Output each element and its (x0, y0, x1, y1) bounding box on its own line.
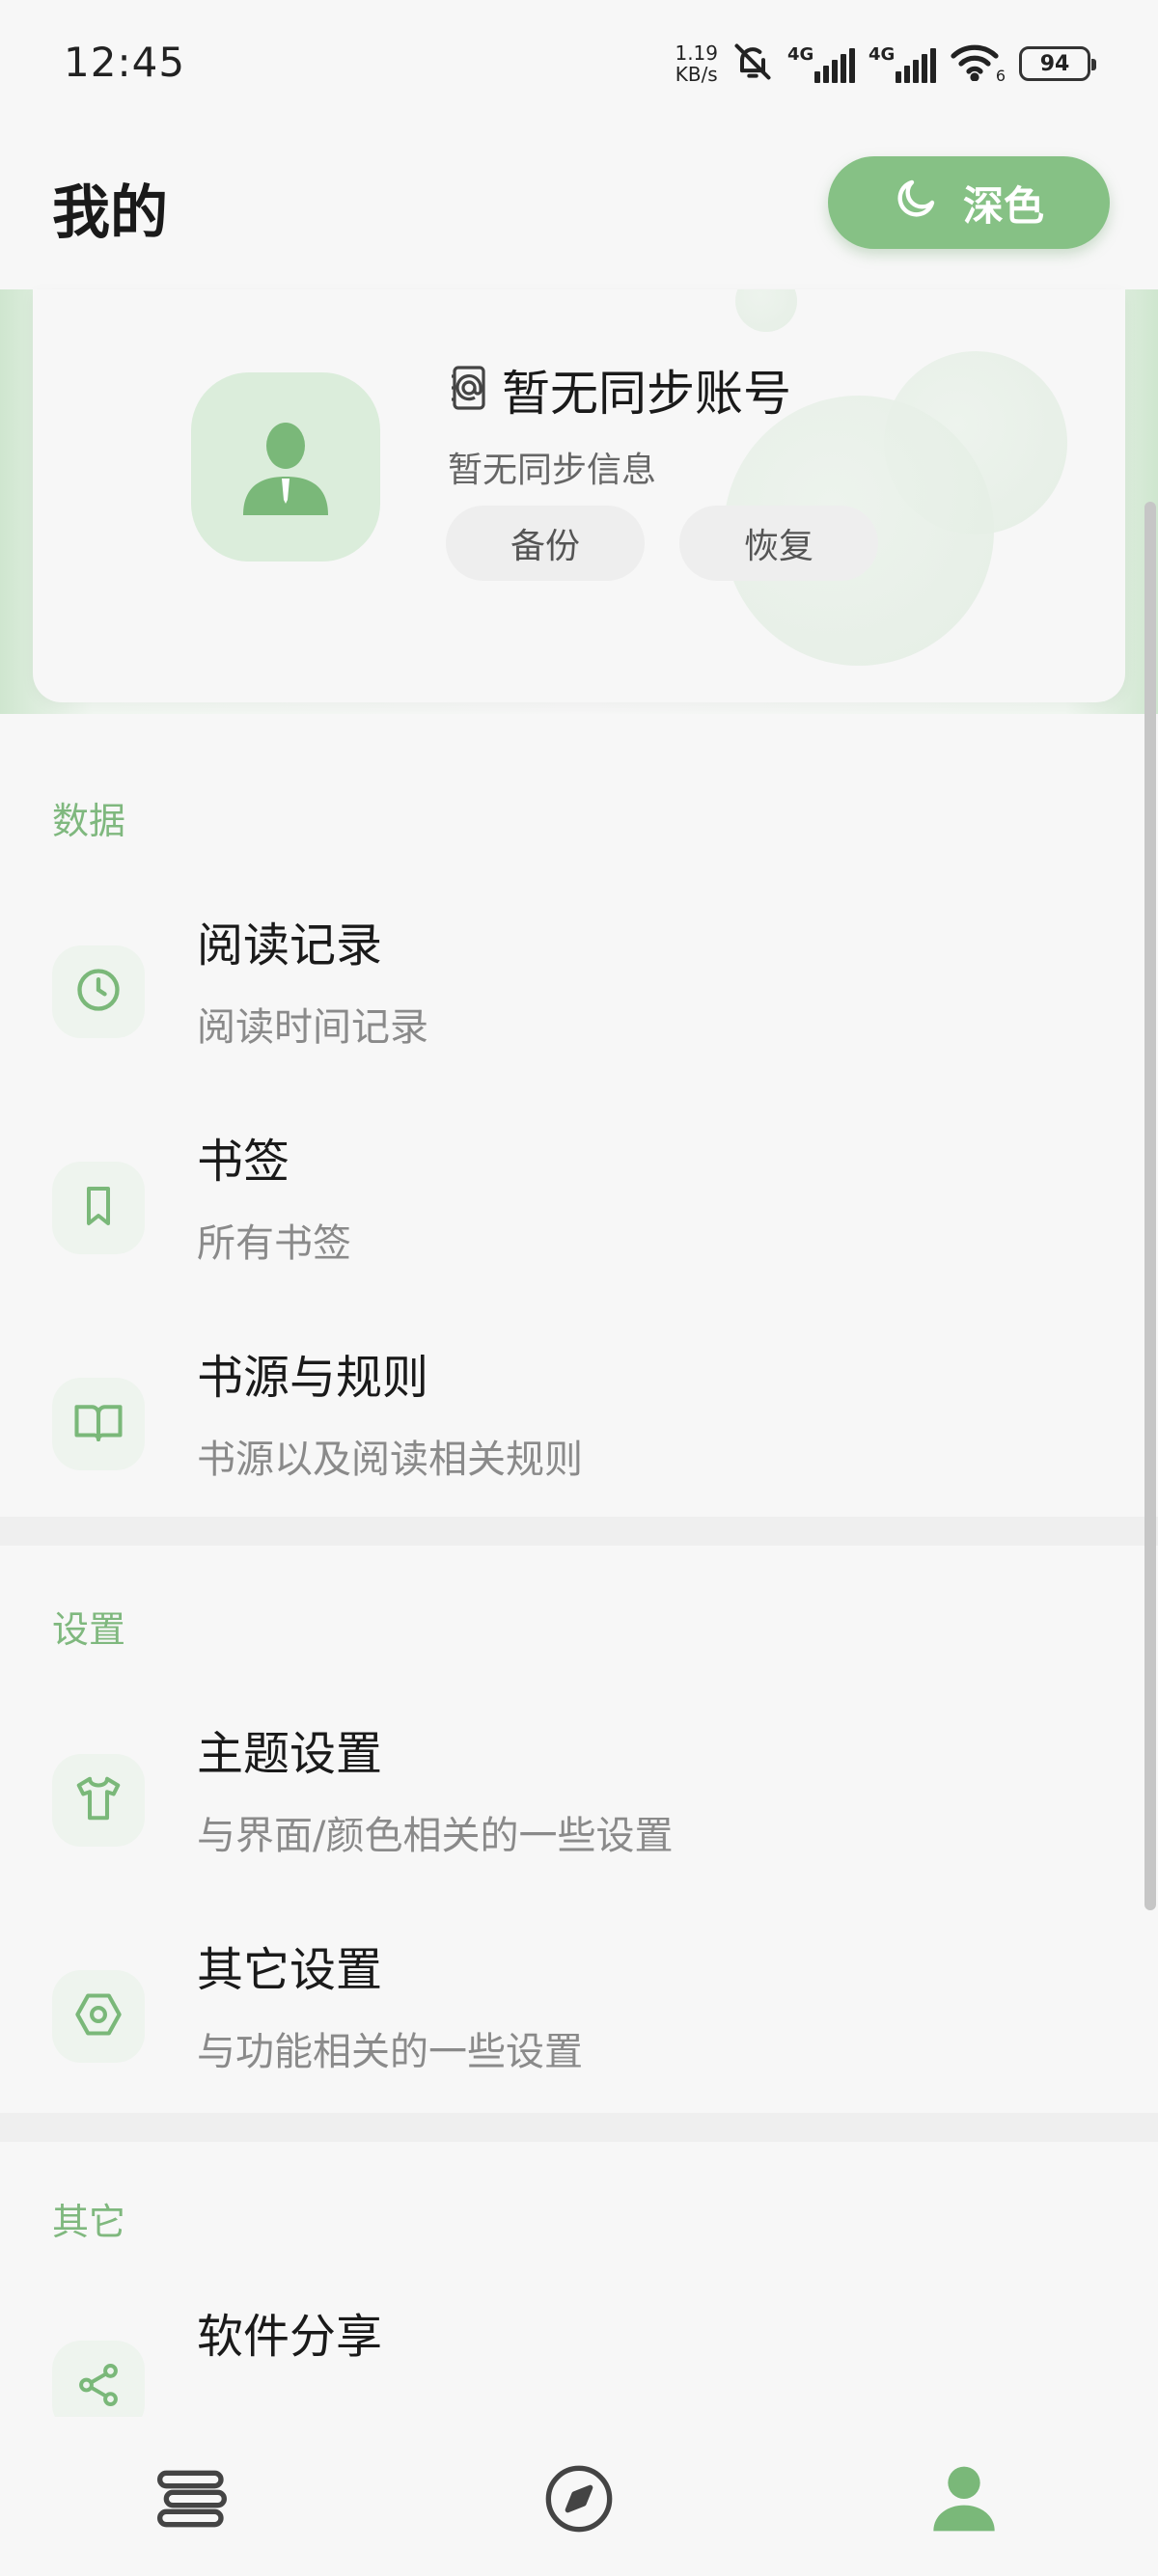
menu-item-bookmarks[interactable]: 书签 所有书签 (0, 1110, 1158, 1322)
page: 12:45 1.19 KB/s 4G 4G 6 94 我的 深色 暂无同步账号 … (0, 0, 1158, 2576)
backup-button[interactable]: 备份 (446, 506, 645, 581)
share-icon (74, 2361, 123, 2413)
section-other: 其它 软件分享 (0, 2142, 1158, 2417)
net-speed: 1.19 KB/s (675, 42, 718, 85)
wifi-sub-label: 6 (995, 67, 1006, 85)
page-title: 我的 (52, 179, 168, 247)
battery-icon: 94 (1019, 46, 1096, 81)
menu-item-book-sources[interactable]: 书源与规则 书源以及阅读相关规则 (0, 1326, 1158, 1538)
signal-label: 4G (868, 44, 896, 65)
menu-item-subtitle: 与界面/颜色相关的一些设置 (197, 1814, 674, 1858)
open-book-icon-box (52, 1378, 145, 1470)
signal-icon: 4G (868, 44, 936, 83)
person-icon (925, 2460, 1003, 2541)
nav-discover[interactable] (536, 2457, 622, 2544)
menu-item-theme-settings[interactable]: 主题设置 与界面/颜色相关的一些设置 (0, 1702, 1158, 1914)
net-speed-value: 1.19 (675, 41, 718, 65)
net-speed-unit: KB/s (675, 63, 718, 86)
battery-level: 94 (1039, 51, 1070, 76)
section-header: 设置 (52, 1608, 126, 1651)
section-data: 数据 阅读记录 阅读时间记录 书签 所有书签 书源与规则 书源以及阅读相关规则 (0, 714, 1158, 1524)
person-icon (228, 407, 344, 527)
section-header: 数据 (52, 800, 126, 842)
tshirt-icon-box (52, 1754, 145, 1847)
hex-nut-icon (73, 1989, 124, 2043)
share-icon-box (52, 2341, 145, 2417)
menu-item-subtitle: 所有书签 (197, 1221, 351, 1266)
bookmark-icon (75, 1183, 122, 1233)
menu-item-subtitle: 阅读时间记录 (197, 1005, 428, 1050)
menu-item-reading-history[interactable]: 阅读记录 阅读时间记录 (0, 893, 1158, 1106)
section-divider (0, 1517, 1158, 1546)
menu-item-subtitle: 与功能相关的一些设置 (197, 2030, 583, 2074)
profile-card: 暂无同步账号 暂无同步信息 备份 恢复 (33, 289, 1125, 702)
status-time: 12:45 (64, 39, 186, 86)
signal-icon: 4G (787, 44, 855, 83)
menu-item-title: 书源与规则 (197, 1351, 429, 1405)
nav-bookshelf[interactable] (149, 2457, 235, 2544)
wifi-icon: 6 (950, 42, 1006, 85)
bookshelf-icon (153, 2460, 231, 2541)
menu-item-title: 其它设置 (197, 1943, 383, 1997)
tshirt-icon (72, 1772, 124, 1828)
restore-button[interactable]: 恢复 (679, 506, 878, 581)
clock-icon-box (52, 945, 145, 1038)
menu-item-other-settings[interactable]: 其它设置 与功能相关的一些设置 (0, 1918, 1158, 2130)
menu-item-subtitle: 书源以及阅读相关规则 (197, 1438, 583, 1482)
nav-my[interactable] (921, 2457, 1007, 2544)
menu-item-title: 软件分享 (197, 2310, 383, 2364)
section-divider (0, 2113, 1158, 2142)
section-settings: 设置 主题设置 与界面/颜色相关的一些设置 其它设置 与功能相关的一些设置 (0, 1546, 1158, 2115)
bottom-nav (0, 2417, 1158, 2576)
menu-item-title: 阅读记录 (197, 918, 383, 973)
contact-book-icon (448, 365, 488, 415)
moon-icon (894, 175, 940, 231)
scrollbar[interactable] (1144, 502, 1156, 1910)
avatar[interactable] (191, 372, 380, 562)
decor-bubble (735, 289, 797, 332)
compass-icon (540, 2460, 618, 2541)
hex-nut-icon-box (52, 1970, 145, 2063)
account-name: 暂无同步账号 (502, 366, 791, 422)
menu-item-share-app[interactable]: 软件分享 (0, 2298, 1158, 2417)
signal-label: 4G (787, 44, 814, 65)
open-book-icon (72, 1396, 124, 1452)
dark-mode-button[interactable]: 深色 (828, 156, 1110, 249)
bookmark-icon-box (52, 1162, 145, 1254)
dark-mode-label: 深色 (962, 181, 1044, 230)
status-icons: 1.19 KB/s 4G 4G 6 94 (675, 35, 1096, 93)
account-row[interactable]: 暂无同步账号 (448, 355, 791, 425)
account-info: 暂无同步信息 (448, 451, 657, 490)
menu-item-title: 书签 (197, 1135, 290, 1189)
status-bar: 12:45 1.19 KB/s 4G 4G 6 94 (0, 0, 1158, 135)
menu-item-title: 主题设置 (197, 1727, 383, 1781)
bell-off-icon (731, 41, 774, 87)
section-header: 其它 (52, 2201, 126, 2243)
clock-icon (73, 965, 124, 1019)
